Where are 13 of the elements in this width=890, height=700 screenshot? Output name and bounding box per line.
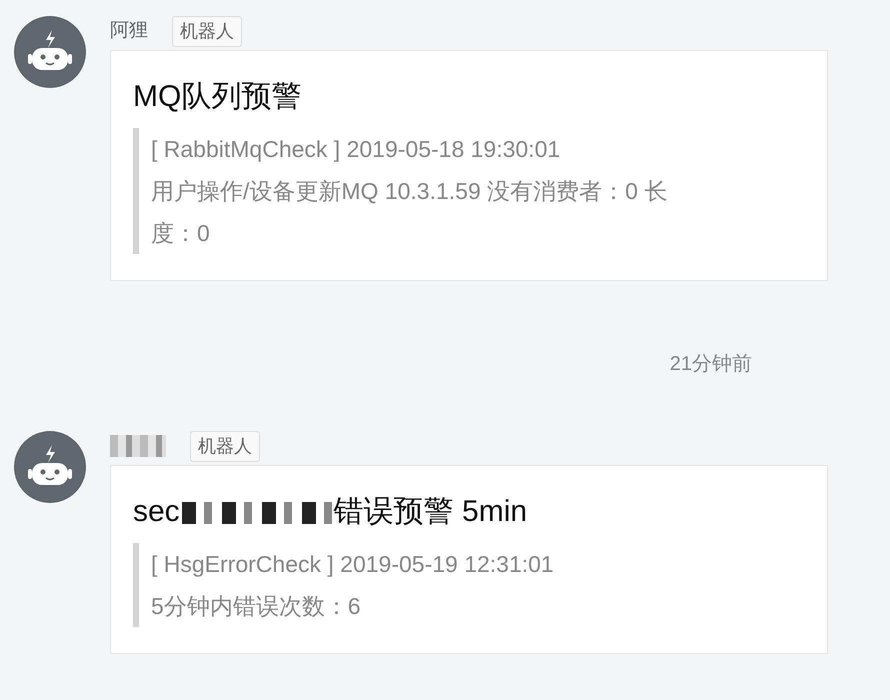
robot-avatar-icon[interactable] <box>14 431 86 503</box>
message-text: 5分钟内错误次数：6 <box>151 592 362 621</box>
message-title: MQ队列预警 <box>133 80 302 113</box>
robot-tag: 机器人 <box>190 430 260 462</box>
robot-avatar-icon[interactable] <box>14 16 86 88</box>
message-title: sec <box>133 495 180 528</box>
robot-tag: 机器人 <box>172 16 242 46</box>
sender-name: 阿狸 <box>110 18 148 43</box>
message-text: 用户操作/设备更新MQ 10.3.1.59 没有消费者：0 长度：0 <box>151 177 668 248</box>
message-title: 错误预警 5min <box>334 495 528 528</box>
message-text: [ HsgErrorCheck ] 2019-05-19 12:31:01 <box>151 550 555 579</box>
message-time: 21分钟前 <box>668 352 752 377</box>
message-text: [ RabbitMqCheck ] 2019-05-18 19:30:01 <box>151 135 562 164</box>
